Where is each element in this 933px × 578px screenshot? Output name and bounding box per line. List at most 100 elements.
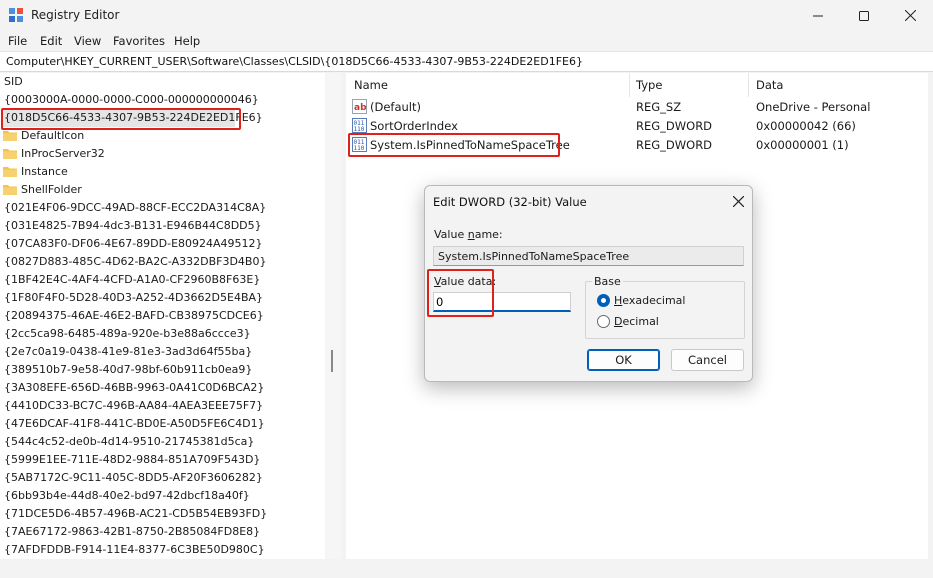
menu-bar: File Edit View Favorites Help <box>0 31 933 51</box>
svg-text:ab: ab <box>354 103 367 113</box>
tree-item-label: {20894375-46AE-46E2-BAFD-CB38975CDCE6} <box>4 309 264 322</box>
tree-key-item[interactable]: {2e7c0a19-0438-41e9-81e3-3ad3d64f55ba} <box>0 343 325 361</box>
tree-key-item[interactable]: {47E6DCAF-41F8-441C-BD0E-A50D5FE6C4D1} <box>0 415 325 433</box>
tree-folder-item[interactable]: InProcServer32 <box>0 145 325 163</box>
tree-item-label: {1BF42E4C-4AF4-4CFD-A1A0-CF2960B8F63E} <box>4 273 261 286</box>
ok-button[interactable]: OK <box>587 349 660 371</box>
title-bar: Registry Editor <box>0 0 933 31</box>
tree-key-item[interactable]: {6bb93b4e-44d8-40e2-bd97-42dbcf18a40f} <box>0 487 325 505</box>
maximize-button[interactable] <box>841 0 887 31</box>
close-icon <box>732 195 744 208</box>
tree-folder-item[interactable]: ShellFolder <box>0 181 325 199</box>
dialog-title: Edit DWORD (32-bit) Value <box>433 195 587 209</box>
tree-item-label: {031E4825-7B94-4dc3-B131-E946B44C8DD5} <box>4 219 262 232</box>
minimize-icon <box>813 15 823 16</box>
tree-folder-item[interactable]: Instance <box>0 163 325 181</box>
tree-item-label: {6bb93b4e-44d8-40e2-bd97-42dbcf18a40f} <box>4 489 250 502</box>
tree-item-label: {2e7c0a19-0438-41e9-81e3-3ad3d64f55ba} <box>4 345 253 358</box>
tree-item-label: {5AB7172C-9C11-405C-8DD5-AF20F3606282} <box>4 471 263 484</box>
svg-text:110: 110 <box>354 126 365 133</box>
tree-key-item[interactable]: {5AB7172C-9C11-405C-8DD5-AF20F3606282} <box>0 469 325 487</box>
tree-key-item[interactable]: {71DCE5D6-4B57-496B-AC21-CD5B54EB93FD} <box>0 505 325 523</box>
tree-key-item[interactable]: {031E4825-7B94-4dc3-B131-E946B44C8DD5} <box>0 217 325 235</box>
tree-scrollbar[interactable] <box>325 73 341 559</box>
menu-help[interactable]: Help <box>174 34 200 48</box>
value-name: (Default) <box>370 100 421 114</box>
value-type: REG_DWORD <box>636 138 713 152</box>
tree-scrollbar-thumb[interactable] <box>331 350 333 372</box>
tree-key-item[interactable]: {5999E1EE-711E-48D2-9884-851A709F543D} <box>0 451 325 469</box>
tree-item-label: {7AFDFDDB-F914-11E4-8377-6C3BE50D980C} <box>4 543 265 556</box>
tree-key-item[interactable]: {1F80F4F0-5D28-40D3-A252-4D3662D5E4BA} <box>0 289 325 307</box>
address-bar[interactable]: Computer\HKEY_CURRENT_USER\Software\Clas… <box>0 51 933 72</box>
value-data: OneDrive - Personal <box>756 100 871 114</box>
tree-key-item[interactable]: {20894375-46AE-46E2-BAFD-CB38975CDCE6} <box>0 307 325 325</box>
value-name-text: System.IsPinnedToNameSpaceTree <box>438 250 630 263</box>
value-name: SortOrderIndex <box>370 119 458 133</box>
tree-key-item[interactable]: {7AE67172-9863-42B1-8750-2B85084FD8E8} <box>0 523 325 541</box>
address-path: Computer\HKEY_CURRENT_USER\Software\Clas… <box>6 55 584 68</box>
close-icon <box>904 10 916 21</box>
tree-item-label: {389510b7-9e58-40d7-98bf-60b911cb0ea9} <box>4 363 253 376</box>
menu-edit[interactable]: Edit <box>40 34 62 48</box>
column-separator[interactable] <box>748 73 749 97</box>
column-separator[interactable] <box>629 73 630 97</box>
tree-item-label: ShellFolder <box>21 183 82 196</box>
close-button[interactable] <box>887 0 933 31</box>
column-header-data[interactable]: Data <box>756 78 783 92</box>
value-type: REG_SZ <box>636 100 682 114</box>
decimal-radio[interactable] <box>597 315 610 328</box>
tree-key-item[interactable]: {021E4F06-9DCC-49AD-88CF-ECC2DA314C8A} <box>0 199 325 217</box>
menu-view[interactable]: View <box>74 34 101 48</box>
tree-key-item[interactable]: {0003000A-0000-0000-C000-000000000046} <box>0 91 325 109</box>
column-header-name[interactable]: Name <box>354 78 388 92</box>
binary-value-icon: 011 110 <box>352 118 367 133</box>
menu-file[interactable]: File <box>8 34 27 48</box>
column-header-type[interactable]: Type <box>636 78 662 92</box>
folder-icon <box>3 149 17 159</box>
tree-key-item[interactable]: {389510b7-9e58-40d7-98bf-60b911cb0ea9} <box>0 361 325 379</box>
tree-key-item[interactable]: {3A308EFE-656D-46BB-9963-0A41C0D6BCA2} <box>0 379 325 397</box>
tree-item-label: DefaultIcon <box>21 129 85 142</box>
highlight-box-selected-key <box>1 108 241 130</box>
value-name-field: System.IsPinnedToNameSpaceTree <box>433 246 744 266</box>
folder-icon <box>3 131 17 141</box>
tree-item-label: {47E6DCAF-41F8-441C-BD0E-A50D5FE6C4D1} <box>4 417 265 430</box>
tree-item-label: {0003000A-0000-0000-C000-000000000046} <box>4 93 259 106</box>
status-bar <box>0 559 933 578</box>
tree-item-label: Instance <box>21 165 68 178</box>
tree-item-label: {1F80F4F0-5D28-40D3-A252-4D3662D5E4BA} <box>4 291 264 304</box>
tree-item-label: {71DCE5D6-4B57-496B-AC21-CD5B54EB93FD} <box>4 507 268 520</box>
hexadecimal-radio[interactable] <box>597 294 610 307</box>
tree-item-label: {5999E1EE-711E-48D2-9884-851A709F543D} <box>4 453 261 466</box>
value-data: 0x00000042 (66) <box>756 119 856 133</box>
minimize-button[interactable] <box>795 0 841 31</box>
tree-key-item[interactable]: {0827D883-485C-4D62-BA2C-A332DBF3D4B0} <box>0 253 325 271</box>
value-name-label: Value name: <box>434 228 503 241</box>
maximize-icon <box>859 10 869 21</box>
tree-key-item[interactable]: SID <box>0 73 325 91</box>
tree-item-label: {544c4c52-de0b-4d14-9510-21745381d5ca} <box>4 435 255 448</box>
hexadecimal-label[interactable]: Hexadecimal <box>614 294 685 307</box>
base-label: Base <box>592 275 623 288</box>
tree-item-label: {7AE67172-9863-42B1-8750-2B85084FD8E8} <box>4 525 261 538</box>
value-row-default[interactable]: ab (Default) REG_SZ OneDrive - Personal <box>346 98 928 117</box>
folder-icon <box>3 167 17 177</box>
tree-key-item[interactable]: {1BF42E4C-4AF4-4CFD-A1A0-CF2960B8F63E} <box>0 271 325 289</box>
registry-editor-icon <box>9 8 23 22</box>
base-group: Base Hexadecimal Decimal <box>585 275 745 339</box>
tree-item-label: {021E4F06-9DCC-49AD-88CF-ECC2DA314C8A} <box>4 201 267 214</box>
tree-key-item[interactable]: {7AFDFDDB-F914-11E4-8377-6C3BE50D980C} <box>0 541 325 559</box>
tree-key-item[interactable]: {07CA83F0-DF06-4E67-89DD-E80924A49512} <box>0 235 325 253</box>
tree-item-label: {07CA83F0-DF06-4E67-89DD-E80924A49512} <box>4 237 263 250</box>
decimal-label[interactable]: Decimal <box>614 315 659 328</box>
menu-favorites[interactable]: Favorites <box>113 34 165 48</box>
cancel-button[interactable]: Cancel <box>671 349 744 371</box>
value-data: 0x00000001 (1) <box>756 138 849 152</box>
window-title: Registry Editor <box>31 8 120 22</box>
tree-item-label: {0827D883-485C-4D62-BA2C-A332DBF3D4B0} <box>4 255 267 268</box>
tree-key-item[interactable]: {2cc5ca98-6485-489a-920e-b3e88a6ccce3} <box>0 325 325 343</box>
tree-key-item[interactable]: {4410DC33-BC7C-496B-AA84-4AEA3EEE75F7} <box>0 397 325 415</box>
dialog-close-button[interactable] <box>727 191 749 213</box>
tree-key-item[interactable]: {544c4c52-de0b-4d14-9510-21745381d5ca} <box>0 433 325 451</box>
